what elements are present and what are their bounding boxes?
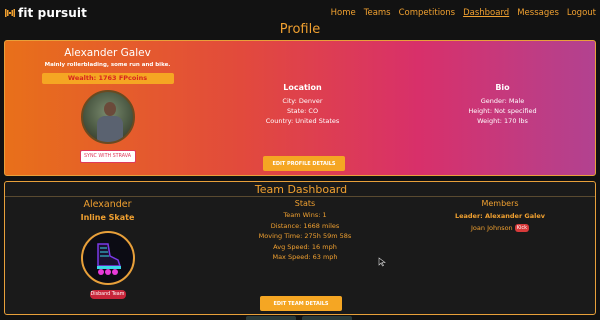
bio-height: Height: Not specified [468,107,537,115]
stat-avg-speed: Avg Speed: 16 mph [273,242,337,251]
avatar-torso [96,116,123,142]
bio-heading: Bio [495,83,510,92]
team-sport: Inline Skate [80,213,135,222]
bio-gender: Gender: Male [480,97,525,105]
kick-member-button[interactable]: Kick [514,224,529,232]
location-heading: Location [283,83,322,92]
profile-card: Alexander Galev Mainly rollerblading, so… [4,40,596,176]
edit-profile-button[interactable]: EDIT PROFILE DETAILS [263,156,345,171]
bio-section: Bio Gender: Male Height: Not specified W… [435,83,570,126]
disband-team-button[interactable]: Disband Team [89,290,126,299]
mouse-cursor-icon [378,257,386,267]
avatar-head [103,102,116,116]
member-item: Joan Johnson Kick [425,224,575,232]
location-state: State: CO [286,107,319,115]
team-avatar [80,231,135,285]
nav-home[interactable]: Home [331,8,356,18]
footer-tab-right [302,316,352,320]
team-members: Members Leader: Alexander Galev Joan Joh… [425,199,575,232]
stats-heading: Stats [294,199,316,208]
edit-team-button[interactable]: EDIT TEAM DETAILS [260,296,342,311]
location-city: City: Denver [282,97,323,105]
team-stats: Stats Team Wins: 1 Distance: 1668 miles … [230,199,380,263]
profile-avatar [80,90,135,144]
profile-name: Alexander Galev [64,47,151,59]
team-dashboard-card: Team Dashboard Alexander Inline Skate Di… [4,181,596,315]
nav-links: Home Teams Competitions Dashboard Messag… [331,8,596,18]
team-name: Alexander [83,199,132,210]
stat-moving-time: Moving Time: 275h 59m 58s [258,232,352,240]
stat-team-wins: Team Wins: 1 [283,211,327,219]
nav-competitions[interactable]: Competitions [399,8,455,18]
stat-max-speed: Max Speed: 63 mph [272,253,338,261]
profile-tagline: Mainly rollerblading, some run and bike. [44,62,171,68]
nav-logout[interactable]: Logout [567,8,596,18]
team-summary: Alexander Inline Skate Disband Team [5,199,210,299]
wealth-badge: Wealth: 1763 FPcoins [41,73,174,84]
inline-skate-icon [96,243,121,275]
profile-summary: Alexander Galev Mainly rollerblading, so… [5,41,210,163]
member-name: Joan Johnson [471,224,513,232]
members-heading: Members [481,199,519,208]
footer-tab-left [246,316,296,320]
location-section: Location City: Denver State: CO Country:… [235,83,370,126]
team-leader: Leader: Alexander Galev [454,212,546,220]
team-dashboard-title: Team Dashboard [254,183,348,196]
fitness-logo-icon [5,9,15,17]
bio-weight: Weight: 170 lbs [477,117,528,125]
brand-name: fit pursuit [18,6,87,20]
sync-strava-button[interactable]: SYNC WITH STRAVA [79,150,136,163]
nav-dashboard[interactable]: Dashboard [463,8,509,18]
brand-logo[interactable]: fit pursuit [4,6,87,20]
stat-distance: Distance: 1668 miles [270,221,340,230]
team-divider [5,196,595,197]
page-title: Profile [279,22,321,37]
nav-teams[interactable]: Teams [364,8,391,18]
location-country: Country: United States [265,117,340,125]
nav-messages[interactable]: Messages [517,8,559,18]
